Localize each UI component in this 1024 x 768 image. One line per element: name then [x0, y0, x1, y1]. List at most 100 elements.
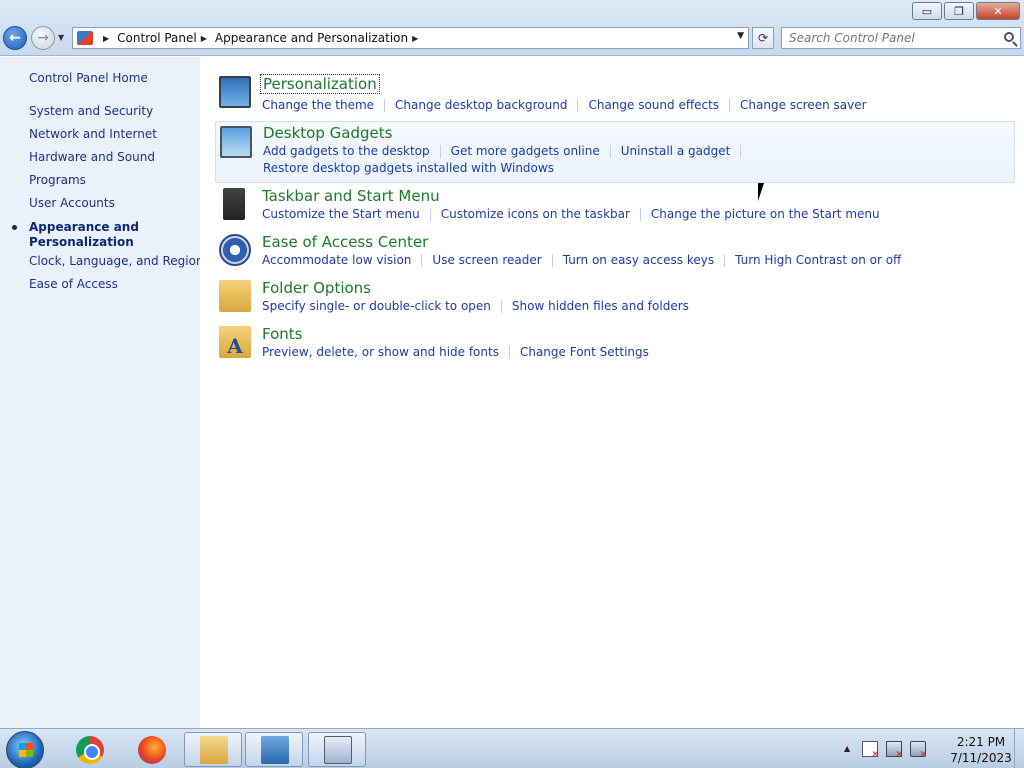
taskbar-control-panel[interactable]: [245, 732, 303, 767]
link-easy-access-keys[interactable]: Turn on easy access keys: [563, 253, 714, 267]
chevron-right-icon[interactable]: ▶: [412, 34, 418, 43]
gadgets-icon[interactable]: [220, 126, 252, 158]
show-desktop-button[interactable]: [1014, 729, 1024, 768]
close-button[interactable]: ✕: [976, 2, 1020, 20]
link-get-more-gadgets[interactable]: Get more gadgets online: [451, 144, 600, 158]
link-change-screen-saver[interactable]: Change screen saver: [740, 98, 867, 112]
taskbar-icon[interactable]: [223, 188, 245, 220]
link-restore-gadgets[interactable]: Restore desktop gadgets installed with W…: [263, 161, 554, 175]
ease-of-access-icon[interactable]: [219, 234, 251, 266]
category-title-fonts[interactable]: Fonts: [262, 325, 302, 343]
sidebar-item-system-security[interactable]: System and Security: [29, 104, 153, 118]
taskbar-chrome[interactable]: [60, 732, 118, 767]
clock-date: 7/11/2023: [950, 751, 1012, 765]
link-use-screen-reader[interactable]: Use screen reader: [432, 253, 541, 267]
link-divider: [639, 208, 641, 221]
left-pane: Control Panel Home System and Security N…: [0, 57, 204, 728]
breadcrumb-appearance[interactable]: Appearance and Personalization: [215, 31, 408, 45]
network-icon[interactable]: [886, 741, 903, 760]
search-box[interactable]: [781, 27, 1021, 49]
volume-icon[interactable]: [910, 741, 927, 760]
ease-links: Accommodate low vision Use screen reader T…: [262, 253, 901, 267]
link-preview-fonts[interactable]: Preview, delete, or show and hide fonts: [262, 345, 499, 359]
firefox-icon: [138, 736, 166, 764]
keyboard-icon: [324, 736, 352, 764]
breadcrumb-control-panel[interactable]: Control Panel: [117, 31, 197, 45]
taskbar-on-screen-keyboard[interactable]: [308, 732, 366, 767]
sidebar-current-line2: Personalization: [29, 235, 134, 249]
category-folder-options: Folder Options Specify single- or double…: [215, 278, 1015, 322]
sidebar-current-line1: Appearance and: [29, 220, 139, 234]
recent-pages-dropdown-icon[interactable]: ▼: [58, 33, 64, 42]
sidebar-item-appearance-current: Appearance and Personalization: [29, 220, 189, 250]
taskbar-firefox[interactable]: [122, 732, 180, 767]
category-personalization: Personalization Change the theme Change d…: [215, 74, 1015, 118]
chevron-right-icon[interactable]: ▶: [201, 34, 207, 43]
current-item-bullet-icon: [12, 225, 17, 230]
link-customize-taskbar-icons[interactable]: Customize icons on the taskbar: [441, 207, 630, 221]
clock-time: 2:21 PM: [956, 735, 1006, 749]
start-button[interactable]: [6, 731, 44, 768]
gadgets-links: Add gadgets to the desktop Get more gadge…: [263, 144, 751, 158]
mouse-cursor-icon: [758, 183, 771, 201]
forward-button[interactable]: →: [31, 26, 55, 50]
chevron-right-icon[interactable]: ▶: [103, 34, 109, 43]
address-bar[interactable]: ▶ Control Panel ▶ Appearance and Persona…: [72, 27, 749, 49]
back-button[interactable]: ←: [3, 26, 27, 50]
search-icon[interactable]: [1004, 32, 1014, 42]
folder-options-icon[interactable]: [219, 280, 251, 312]
clock[interactable]: 2:21 PM 7/11/2023: [946, 734, 1016, 766]
category-title-personalization[interactable]: Personalization: [260, 74, 380, 94]
control-panel-taskbar-icon: [261, 736, 289, 764]
link-uninstall-gadget[interactable]: Uninstall a gadget: [621, 144, 731, 158]
category-desktop-gadgets[interactable]: Desktop Gadgets Add gadgets to the deskt…: [215, 121, 1015, 183]
personalization-icon[interactable]: [219, 76, 251, 108]
action-center-icon[interactable]: [862, 741, 879, 760]
gadgets-links-row2: Restore desktop gadgets installed with W…: [263, 161, 554, 175]
link-change-sound-effects[interactable]: Change sound effects: [588, 98, 719, 112]
sidebar-item-network-internet[interactable]: Network and Internet: [29, 127, 157, 141]
sidebar-item-programs[interactable]: Programs: [29, 173, 86, 187]
link-accommodate-low-vision[interactable]: Accommodate low vision: [262, 253, 411, 267]
chrome-icon: [76, 736, 104, 764]
minimize-button[interactable]: ▭: [912, 2, 942, 20]
fonts-icon[interactable]: A: [219, 326, 251, 358]
address-dropdown-icon[interactable]: ▼: [737, 31, 744, 41]
link-customize-start-menu[interactable]: Customize the Start menu: [262, 207, 420, 221]
link-change-font-settings[interactable]: Change Font Settings: [520, 345, 649, 359]
sidebar-item-user-accounts[interactable]: User Accounts: [29, 196, 115, 210]
restore-button[interactable]: ❐: [944, 2, 974, 20]
window-controls: ▭ ❐ ✕: [912, 2, 1020, 20]
link-divider: [740, 145, 742, 158]
refresh-button[interactable]: ⟳: [752, 27, 774, 49]
sidebar-item-control-panel-home[interactable]: Control Panel Home: [29, 71, 148, 85]
link-high-contrast[interactable]: Turn High Contrast on or off: [735, 253, 901, 267]
sidebar-item-hardware-sound[interactable]: Hardware and Sound: [29, 150, 155, 164]
link-change-theme[interactable]: Change the theme: [262, 98, 374, 112]
link-show-hidden-files[interactable]: Show hidden files and folders: [512, 299, 689, 313]
category-taskbar-start-menu: Taskbar and Start Menu Customize the Sta…: [215, 186, 1015, 230]
system-tray: ▲ 2:21 PM 7/11/2023: [840, 729, 1024, 768]
link-divider: [384, 99, 386, 112]
show-hidden-icons-icon[interactable]: ▲: [844, 744, 850, 753]
link-change-start-picture[interactable]: Change the picture on the Start menu: [651, 207, 880, 221]
link-divider: [429, 208, 431, 221]
taskbar-explorer[interactable]: [184, 732, 242, 767]
link-single-double-click[interactable]: Specify single- or double-click to open: [262, 299, 491, 313]
file-explorer-icon: [200, 736, 228, 764]
category-title-ease-of-access[interactable]: Ease of Access Center: [262, 233, 428, 251]
search-input[interactable]: [782, 29, 994, 47]
personalization-links: Change the theme Change desktop backgroun…: [262, 98, 867, 112]
link-divider: [729, 99, 731, 112]
fonts-links: Preview, delete, or show and hide fonts C…: [262, 345, 649, 359]
control-panel-icon: [77, 31, 93, 45]
category-title-folder-options[interactable]: Folder Options: [262, 279, 371, 297]
link-add-gadgets[interactable]: Add gadgets to the desktop: [263, 144, 430, 158]
category-title-desktop-gadgets[interactable]: Desktop Gadgets: [263, 124, 392, 142]
sidebar-item-ease-of-access[interactable]: Ease of Access: [29, 277, 118, 291]
link-divider: [508, 346, 510, 359]
link-change-desktop-background[interactable]: Change desktop background: [395, 98, 567, 112]
sidebar-item-clock-language[interactable]: Clock, Language, and Region: [29, 254, 204, 268]
category-title-taskbar[interactable]: Taskbar and Start Menu: [262, 187, 440, 205]
taskbar: ▲ 2:21 PM 7/11/2023: [0, 728, 1024, 768]
